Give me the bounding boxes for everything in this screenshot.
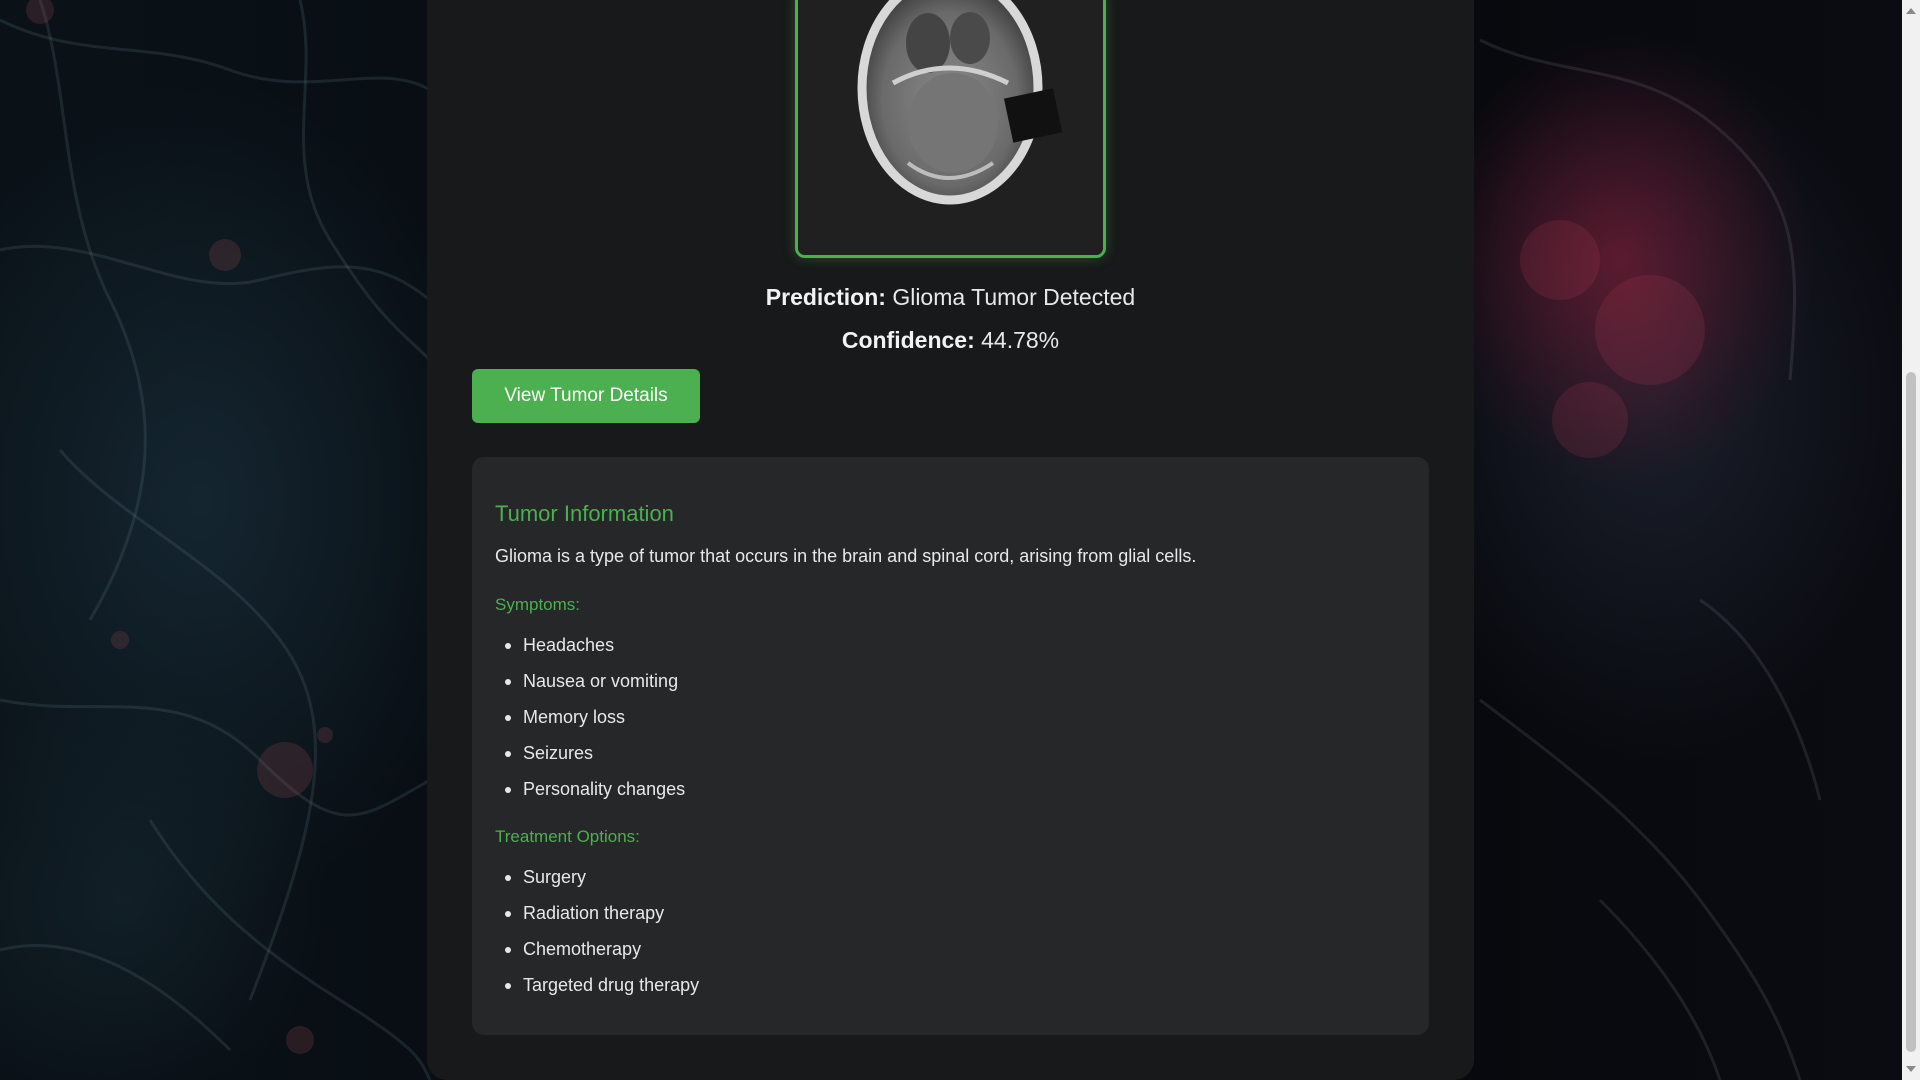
prediction-label: Prediction: [765, 284, 886, 310]
chevron-down-icon[interactable] [1902, 1060, 1920, 1077]
confidence-value: 44.78% [981, 327, 1060, 353]
list-item: Surgery [495, 859, 699, 895]
tumor-description: Glioma is a type of tumor that occurs in… [495, 546, 1197, 566]
prediction-line: Prediction: Glioma Tumor Detected [427, 284, 1474, 311]
tumor-info-title: Tumor Information [495, 501, 674, 526]
confidence-label: Confidence: [841, 327, 975, 353]
list-item: Seizures [495, 735, 685, 771]
list-item: Memory loss [495, 699, 685, 735]
mri-scan-image [795, 0, 1106, 258]
symptoms-list: Headaches Nausea or vomiting Memory loss… [495, 627, 685, 807]
vertical-scrollbar[interactable] [1902, 0, 1920, 1080]
symptoms-heading: Symptoms: [495, 595, 581, 614]
confidence-line: Confidence: 44.78% [427, 327, 1474, 354]
prediction-value: Glioma Tumor Detected [892, 284, 1136, 310]
scrollbar-thumb[interactable] [1906, 372, 1916, 1052]
tumor-info-card: Tumor Information Glioma is a type of tu… [472, 457, 1429, 1035]
treatment-list: Surgery Radiation therapy Chemotherapy T… [495, 859, 699, 1003]
mri-brain-scan-graphic [798, 0, 1103, 255]
view-tumor-details-button[interactable]: View Tumor Details [472, 369, 700, 423]
chevron-up-icon[interactable] [1902, 2, 1920, 19]
list-item: Personality changes [495, 771, 685, 807]
list-item: Chemotherapy [495, 931, 699, 967]
list-item: Headaches [495, 627, 685, 663]
list-item: Targeted drug therapy [495, 967, 699, 1003]
list-item: Radiation therapy [495, 895, 699, 931]
list-item: Nausea or vomiting [495, 663, 685, 699]
treatment-heading: Treatment Options: [495, 827, 640, 846]
